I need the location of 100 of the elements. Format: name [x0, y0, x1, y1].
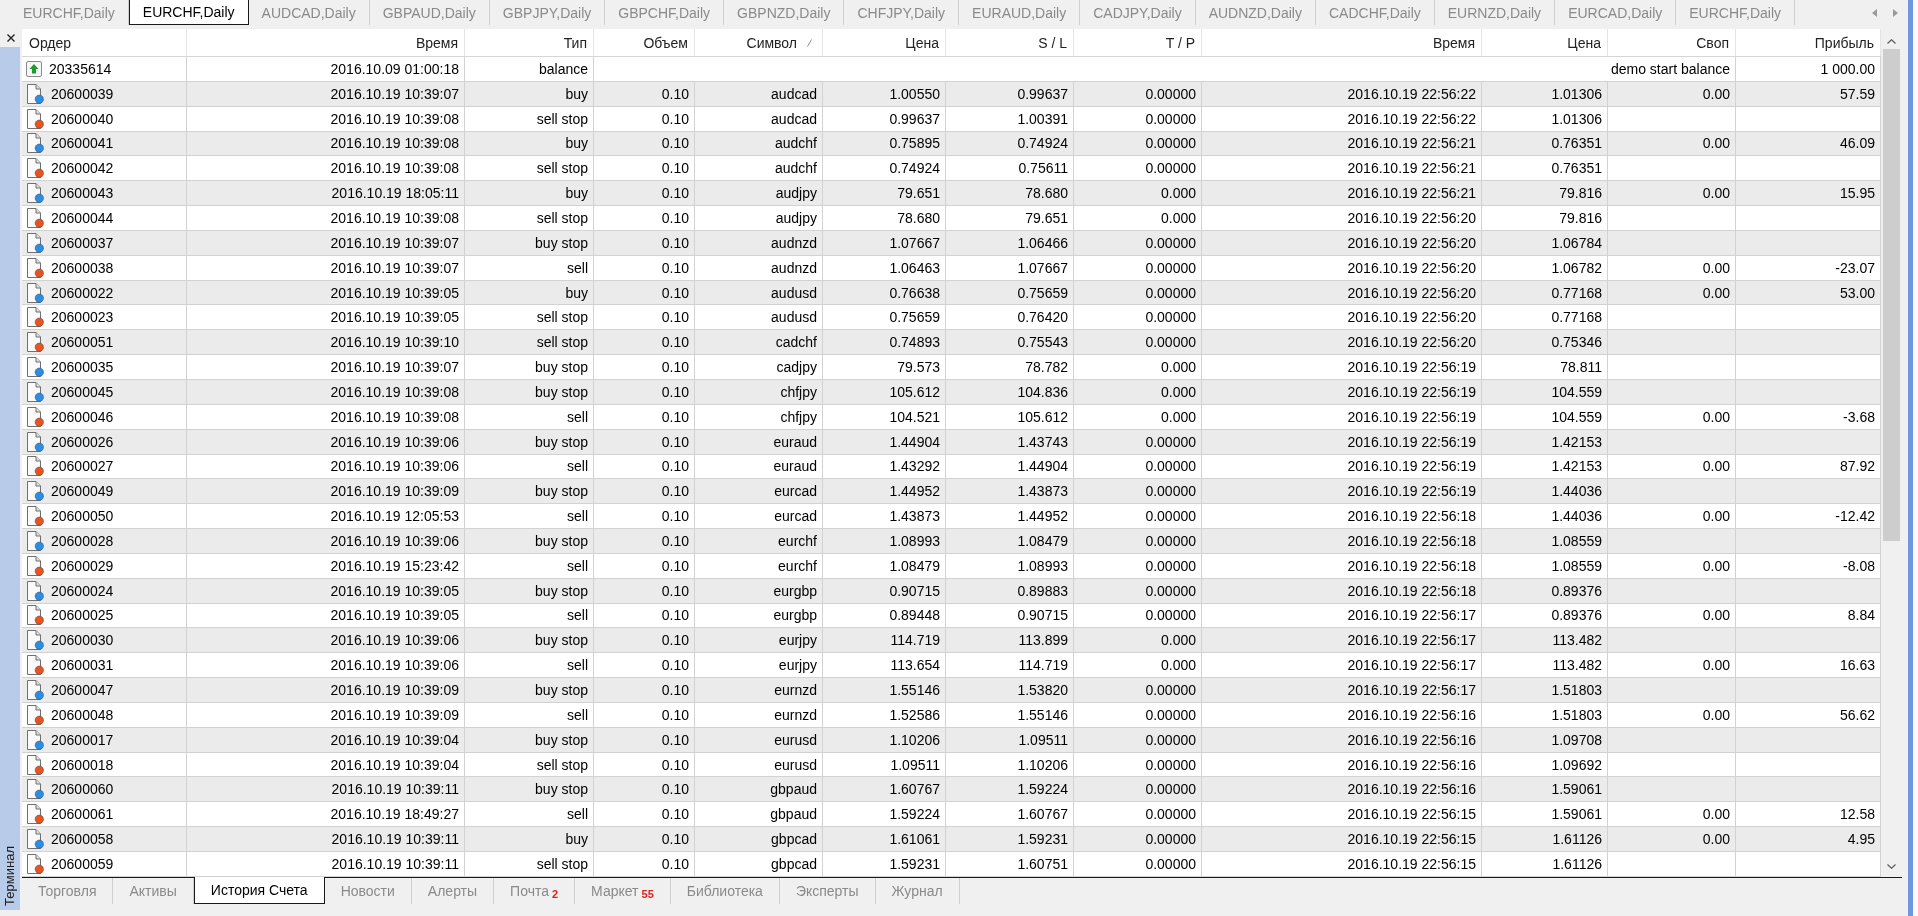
column-header[interactable]: Объем — [594, 29, 695, 56]
table-cell: 2016.10.19 10:39:11 — [187, 852, 465, 877]
order-number: 20600031 — [51, 657, 114, 674]
document-icon — [26, 456, 44, 477]
table-row[interactable]: 20600040 2016.10.19 10:39:08 sell stop 0.10 audcad 0.99637 1.00391 0.00000 2016.10.19 22:56:22 1.01306 — [22, 106, 1881, 132]
table-row[interactable]: 20600046 2016.10.19 10:39:08 sell 0.10 chfjpy 104.521 105.612 0.000 2016.10.19 22:56:19 104.559 0.00 -3.68 — [22, 404, 1881, 430]
table-cell: 0.10 — [594, 702, 695, 728]
table-row[interactable]: 20600048 2016.10.19 10:39:09 sell 0.10 eurnzd 1.52586 1.55146 0.00000 2016.10.19 22:56:16 1.51803 0.00 56.62 — [22, 702, 1881, 728]
table-cell: 0.00 — [1608, 81, 1736, 107]
table-row[interactable]: 20600042 2016.10.19 10:39:08 sell stop 0.10 audchf 0.74924 0.75611 0.00000 2016.10.19 22:56:21 0.76351 — [22, 156, 1881, 182]
table-cell: 1.08479 — [823, 553, 946, 579]
table-row[interactable]: 20600029 2016.10.19 15:23:42 sell 0.10 eurchf 1.08479 1.08993 0.00000 2016.10.19 22:56:18 1.08559 0.00 -8.08 — [22, 553, 1881, 579]
table-row[interactable]: 20335614 2016.10.09 01:00:18 balance demo start balance 1 000.00 — [22, 57, 1881, 82]
table-cell: 0.00 — [1608, 404, 1736, 430]
chevron-down-icon[interactable] — [1887, 863, 1896, 869]
column-header[interactable]: S / L — [946, 29, 1074, 56]
table-row[interactable]: 20600043 2016.10.19 18:05:11 buy 0.10 audjpy 79.651 78.680 0.000 2016.10.19 22:56:21 79.816 0.00 15.95 — [22, 181, 1881, 207]
table-row[interactable]: 20600025 2016.10.19 10:39:05 sell 0.10 eurgbp 0.89448 0.90715 0.00000 2016.10.19 22:56:17 0.89376 0.00 8.84 — [22, 603, 1881, 629]
panel-tab[interactable]: Почта 2 — [494, 877, 576, 904]
column-header[interactable]: Цена — [823, 29, 946, 56]
table-row[interactable]: 20600024 2016.10.19 10:39:05 buy stop 0.10 eurgbp 0.90715 0.89883 0.00000 2016.10.19 22:56:18 0.89376 — [22, 578, 1881, 604]
table-row[interactable]: 20600051 2016.10.19 10:39:10 sell stop 0.10 cadchf 0.74893 0.75543 0.00000 2016.10.19 22:56:20 0.75346 — [22, 330, 1881, 356]
table-cell: 0.10 — [594, 678, 695, 703]
document-icon — [26, 183, 44, 204]
table-row[interactable]: 20600059 2016.10.19 10:39:11 sell stop 0.10 gbpcad 1.59231 1.60751 0.00000 2016.10.19 22:56:15 1.61126 — [22, 852, 1881, 877]
document-icon — [26, 605, 44, 626]
table-cell: 0.000 — [1074, 379, 1202, 405]
table-cell: 1.44904 — [823, 429, 946, 455]
table-cell: 1.06782 — [1482, 255, 1608, 281]
panel-tab[interactable]: Маркет 55 — [575, 877, 671, 904]
table-row[interactable]: 20600030 2016.10.19 10:39:06 buy stop 0.10 eurjpy 114.719 113.899 0.000 2016.10.19 22:56:17 113.482 — [22, 628, 1881, 654]
table-cell: sell — [465, 702, 594, 728]
table-row[interactable]: 20600026 2016.10.19 10:39:06 buy stop 0.10 euraud 1.44904 1.43743 0.00000 2016.10.19 22:56:19 1.42153 — [22, 429, 1881, 455]
table-cell: 1.61126 — [1482, 852, 1608, 877]
table-cell: 2016.10.19 22:56:15 — [1202, 852, 1482, 877]
table-cell: buy stop — [465, 379, 594, 405]
column-header[interactable]: Время — [1202, 29, 1482, 56]
table-cell: 2016.10.19 22:56:19 — [1202, 429, 1482, 455]
table-row[interactable]: 20600028 2016.10.19 10:39:06 buy stop 0.10 eurchf 1.08993 1.08479 0.00000 2016.10.19 22:56:18 1.08559 — [22, 529, 1881, 554]
table-row[interactable]: 20600058 2016.10.19 10:39:11 buy 0.10 gbpcad 1.61061 1.59231 0.00000 2016.10.19 22:56:15 1.61126 0.00 4.95 — [22, 827, 1881, 852]
order-number: 20600027 — [51, 458, 114, 475]
column-header[interactable]: Время — [187, 29, 465, 56]
table-cell: 1.00550 — [823, 81, 946, 107]
column-header[interactable]: Ордер — [22, 29, 187, 56]
scrollbar-thumb[interactable] — [1883, 49, 1900, 541]
table-cell: 2016.10.19 15:23:42 — [187, 553, 465, 579]
order-number: 20600059 — [51, 855, 114, 872]
table-row[interactable]: 20600060 2016.10.19 10:39:11 buy stop 0.10 gbpaud 1.60767 1.59224 0.00000 2016.10.19 22:56:16 1.59061 — [22, 777, 1881, 803]
chevron-up-icon[interactable] — [1887, 39, 1896, 44]
table-cell: 2016.10.19 22:56:20 — [1202, 230, 1482, 256]
table-cell: buy stop — [465, 230, 594, 256]
chart-tab[interactable]: EURCHF,Daily — [128, 0, 249, 25]
table-row[interactable]: 20600044 2016.10.19 10:39:08 sell stop 0.10 audjpy 78.680 79.651 0.000 2016.10.19 22:56:20 79.816 — [22, 206, 1881, 231]
table-cell: 0.10 — [594, 106, 695, 132]
table-cell: 1.00391 — [946, 106, 1074, 132]
table-row[interactable]: 20600023 2016.10.19 10:39:05 sell stop 0.10 audusd 0.75659 0.76420 0.00000 2016.10.19 22:56:20 0.77168 — [22, 305, 1881, 331]
table-row[interactable]: 20600037 2016.10.19 10:39:07 buy stop 0.10 audnzd 1.07667 1.06466 0.00000 2016.10.19 22:56:20 1.06784 — [22, 230, 1881, 256]
table-row[interactable]: 20600045 2016.10.19 10:39:08 buy stop 0.10 chfjpy 105.612 104.836 0.000 2016.10.19 22:56:19 104.559 — [22, 379, 1881, 405]
table-row[interactable]: 20600017 2016.10.19 10:39:04 buy stop 0.10 eurusd 1.10206 1.09511 0.00000 2016.10.19 22:56:16 1.09708 — [22, 727, 1881, 753]
order-number: 20600035 — [51, 359, 114, 376]
table-cell: 2016.10.19 22:56:16 — [1202, 727, 1482, 753]
table-cell: 0.00000 — [1074, 230, 1202, 256]
table-cell: 0.10 — [594, 81, 695, 107]
order-number: 20600037 — [51, 234, 114, 251]
order-number: 20600042 — [51, 160, 114, 177]
left-arrow-icon[interactable] — [1872, 8, 1877, 17]
document-icon — [26, 506, 44, 527]
table-row[interactable]: 20600049 2016.10.19 10:39:09 buy stop 0.10 eurcad 1.44952 1.43873 0.00000 2016.10.19 22:56:19 1.44036 — [22, 479, 1881, 505]
table-cell: 0.00000 — [1074, 106, 1202, 132]
table-cell: audcad — [695, 81, 823, 107]
column-header[interactable]: Символ — [695, 29, 823, 56]
table-row[interactable]: 20600031 2016.10.19 10:39:06 sell 0.10 eurjpy 113.654 114.719 0.000 2016.10.19 22:56:17 113.482 0.00 16.63 — [22, 653, 1881, 679]
column-header[interactable]: T / P — [1074, 29, 1202, 56]
table-row[interactable]: 20600035 2016.10.19 10:39:07 buy stop 0.10 cadjpy 79.573 78.782 0.000 2016.10.19 22:56:19 78.811 — [22, 355, 1881, 380]
table-row[interactable]: 20600027 2016.10.19 10:39:06 sell 0.10 euraud 1.43292 1.44904 0.00000 2016.10.19 22:56:19 1.42153 0.00 87.92 — [22, 454, 1881, 480]
table-row[interactable]: 20600041 2016.10.19 10:39:08 buy 0.10 audchf 0.75895 0.74924 0.00000 2016.10.19 22:56:21 0.76351 0.00 46.09 — [22, 131, 1881, 157]
document-icon — [26, 655, 44, 676]
table-cell: 1.51803 — [1482, 702, 1608, 728]
table-row[interactable]: 20600061 2016.10.19 18:49:27 sell 0.10 gbpaud 1.59224 1.60767 0.00000 2016.10.19 22:56:15 1.59061 0.00 12.58 — [22, 802, 1881, 828]
table-row[interactable]: 20600047 2016.10.19 10:39:09 buy stop 0.10 eurnzd 1.55146 1.53820 0.00000 2016.10.19 22:56:17 1.51803 — [22, 678, 1881, 703]
column-header[interactable]: Цена — [1482, 29, 1608, 56]
table-cell: 0.10 — [594, 230, 695, 256]
column-header[interactable]: Тип — [465, 29, 594, 56]
document-icon — [26, 704, 44, 725]
document-icon — [26, 530, 44, 551]
table-cell: 0.00000 — [1074, 578, 1202, 604]
table-cell: buy stop — [465, 578, 594, 604]
table-row[interactable]: 20600039 2016.10.19 10:39:07 buy 0.10 audcad 1.00550 0.99637 0.00000 2016.10.19 22:56:22 1.01306 0.00 57.59 — [22, 81, 1881, 107]
document-icon — [26, 481, 44, 502]
column-header[interactable]: Своп — [1608, 29, 1736, 56]
order-number: 20600026 — [51, 433, 114, 450]
table-row[interactable]: 20600050 2016.10.19 12:05:53 sell 0.10 eurcad 1.43873 1.44952 0.00000 2016.10.19 22:56:18 1.44036 0.00 -12.42 — [22, 504, 1881, 530]
table-cell: 2016.10.19 10:39:08 — [187, 206, 465, 231]
right-arrow-icon[interactable] — [1893, 8, 1898, 17]
table-cell: 0.000 — [1074, 206, 1202, 231]
table-row[interactable]: 20600038 2016.10.19 10:39:07 sell 0.10 audnzd 1.06463 1.07667 0.00000 2016.10.19 22:56:20 1.06782 0.00 -23.07 — [22, 255, 1881, 281]
table-row[interactable]: 20600018 2016.10.19 10:39:04 sell stop 0.10 eurusd 1.09511 1.10206 0.00000 2016.10.19 22:56:16 1.09692 — [22, 752, 1881, 778]
table-cell: 0.90715 — [823, 578, 946, 604]
panel-tab[interactable]: История Счета — [193, 876, 325, 904]
table-row[interactable]: 20600022 2016.10.19 10:39:05 buy 0.10 audusd 0.76638 0.75659 0.00000 2016.10.19 22:56:20 0.77168 0.00 53.00 — [22, 280, 1881, 306]
